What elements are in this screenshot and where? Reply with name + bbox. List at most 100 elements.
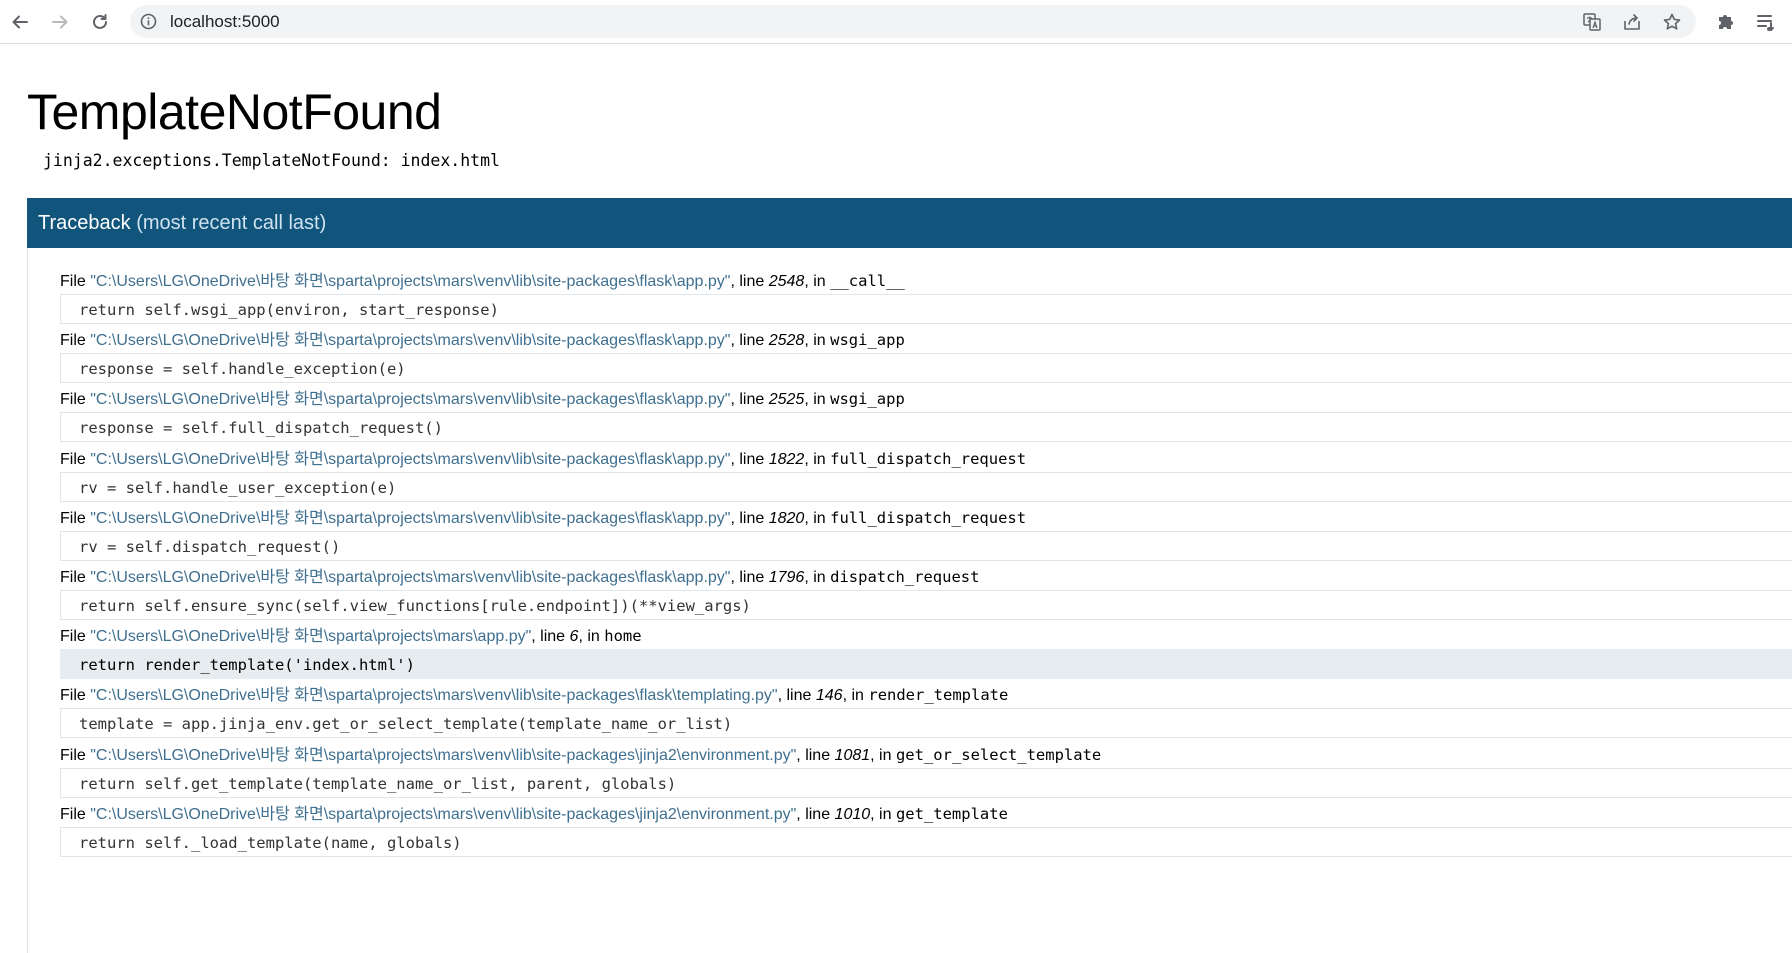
error-message: jinja2.exceptions.TemplateNotFound: inde… <box>43 151 500 170</box>
arrow-forward-icon <box>50 12 70 32</box>
frame-location: File "C:\Users\LG\OneDrive\바탕 화면\sparta\… <box>60 388 1792 410</box>
reading-list-icon[interactable] <box>1754 10 1778 34</box>
frame-location: File "C:\Users\LG\OneDrive\바탕 화면\sparta\… <box>60 625 1792 647</box>
frame-line-number: 1820 <box>768 509 805 527</box>
frame-line-number: 2525 <box>768 391 805 409</box>
traceback-body: File "C:\Users\LG\OneDrive\바탕 화면\sparta\… <box>27 248 1792 953</box>
code-line[interactable]: return self.ensure_sync(self.view_functi… <box>60 590 1792 620</box>
code-line[interactable]: return self._load_template(name, globals… <box>60 826 1792 857</box>
frame-filename[interactable]: "C:\Users\LG\OneDrive\바탕 화면\sparta\proje… <box>90 747 796 764</box>
frame-function-name: dispatch_request <box>830 568 980 586</box>
frame-line-label: , line <box>796 746 835 764</box>
traceback-frame: File "C:\Users\LG\OneDrive\바탕 화면\sparta\… <box>60 744 1792 798</box>
frame-filename[interactable]: "C:\Users\LG\OneDrive\바탕 화면\sparta\proje… <box>90 569 730 586</box>
frame-line-label: , line <box>730 391 769 409</box>
frame-line-label: , line <box>730 273 769 290</box>
frame-location: File "C:\Users\LG\OneDrive\바탕 화면\sparta\… <box>60 684 1792 706</box>
error-page: TemplateNotFound jinja2.exceptions.Templ… <box>0 45 1792 953</box>
traceback-header: Traceback (most recent call last) <box>27 198 1792 248</box>
frame-filename[interactable]: "C:\Users\LG\OneDrive\바탕 화면\sparta\proje… <box>90 806 796 823</box>
frame-location: File "C:\Users\LG\OneDrive\바탕 화면\sparta\… <box>60 507 1792 529</box>
frame-in-label: , in <box>804 450 831 468</box>
traceback-frame: File "C:\Users\LG\OneDrive\바탕 화면\sparta\… <box>60 329 1792 384</box>
code-line[interactable]: return self.get_template(template_name_o… <box>60 767 1792 798</box>
code-line[interactable]: rv = self.handle_user_exception(e) <box>60 471 1792 502</box>
frame-file-label: File <box>60 687 91 705</box>
puzzle-icon[interactable] <box>1714 10 1738 34</box>
page-title: TemplateNotFound <box>27 84 442 140</box>
frame-file-label: File <box>60 391 91 409</box>
frame-line-number: 1796 <box>768 569 805 586</box>
traceback-frame: File "C:\Users\LG\OneDrive\바탕 화면\sparta\… <box>60 448 1792 502</box>
code-line[interactable]: response = self.full_dispatch_request() <box>60 412 1792 443</box>
frame-in-label: , in <box>804 569 831 586</box>
traceback-subtitle: (most recent call last) <box>136 212 327 234</box>
frame-line-number: 1822 <box>768 450 805 468</box>
star-icon[interactable] <box>1662 12 1682 32</box>
translate-icon[interactable] <box>1582 12 1602 32</box>
url-text[interactable]: localhost:5000 <box>170 5 280 38</box>
frame-line-label: , line <box>730 569 769 586</box>
traceback-frame: File "C:\Users\LG\OneDrive\바탕 화면\sparta\… <box>60 684 1792 739</box>
code-line[interactable]: return self.wsgi_app(environ, start_resp… <box>60 294 1792 324</box>
frame-in-label: , in <box>870 746 896 764</box>
frame-line-label: , line <box>531 628 570 646</box>
frame-in-label: , in <box>804 273 831 290</box>
frame-function-name: full_dispatch_request <box>830 449 1027 468</box>
reload-button[interactable] <box>86 8 114 36</box>
info-icon[interactable] <box>140 13 157 30</box>
frame-in-label: , in <box>842 687 869 705</box>
frame-filename[interactable]: "C:\Users\LG\OneDrive\바탕 화면\sparta\proje… <box>90 628 531 645</box>
frame-file-label: File <box>60 569 91 586</box>
code-line[interactable]: response = self.handle_exception(e) <box>60 353 1792 384</box>
frame-location: File "C:\Users\LG\OneDrive\바탕 화면\sparta\… <box>60 744 1792 766</box>
reload-icon <box>90 12 110 32</box>
frame-function-name: get_template <box>895 804 1008 823</box>
frame-file-label: File <box>60 628 91 646</box>
frame-in-label: , in <box>804 332 831 350</box>
frame-line-number: 2548 <box>768 273 805 290</box>
frame-function-name: wsgi_app <box>830 390 905 409</box>
frame-filename[interactable]: "C:\Users\LG\OneDrive\바탕 화면\sparta\proje… <box>90 510 730 527</box>
frame-filename[interactable]: "C:\Users\LG\OneDrive\바탕 화면\sparta\proje… <box>90 391 730 408</box>
frame-filename[interactable]: "C:\Users\LG\OneDrive\바탕 화면\sparta\proje… <box>90 332 730 349</box>
share-icon[interactable] <box>1622 12 1642 32</box>
frame-line-number: 2528 <box>768 332 805 350</box>
back-button[interactable] <box>6 8 34 36</box>
traceback-title: Traceback <box>38 212 131 234</box>
frame-line-label: , line <box>796 805 835 823</box>
frame-filename[interactable]: "C:\Users\LG\OneDrive\바탕 화면\sparta\proje… <box>90 273 730 290</box>
frame-function-name: __call__ <box>830 272 905 290</box>
frame-function-name: full_dispatch_request <box>830 508 1027 527</box>
frame-filename[interactable]: "C:\Users\LG\OneDrive\바탕 화면\sparta\proje… <box>90 687 777 704</box>
frame-line-label: , line <box>730 332 769 350</box>
frame-in-label: , in <box>870 805 896 823</box>
code-line[interactable]: rv = self.dispatch_request() <box>60 530 1792 561</box>
frame-in-label: , in <box>804 509 831 527</box>
traceback-frame: File "C:\Users\LG\OneDrive\바탕 화면\sparta\… <box>60 270 1792 324</box>
frame-file-label: File <box>60 746 91 764</box>
frame-line-label: , line <box>777 687 816 705</box>
traceback-frame: File "C:\Users\LG\OneDrive\바탕 화면\sparta\… <box>60 388 1792 443</box>
traceback-frame: File "C:\Users\LG\OneDrive\바탕 화면\sparta\… <box>60 507 1792 561</box>
frame-in-label: , in <box>804 391 831 409</box>
forward-button[interactable] <box>46 8 74 36</box>
address-bar[interactable]: localhost:5000 <box>130 5 1696 38</box>
traceback-frame: File "C:\Users\LG\OneDrive\바탕 화면\sparta\… <box>60 803 1792 857</box>
frame-function-name: get_or_select_template <box>895 745 1102 764</box>
code-line[interactable]: template = app.jinja_env.get_or_select_t… <box>60 708 1792 739</box>
frame-line-number: 1081 <box>834 746 871 764</box>
frame-file-label: File <box>60 509 91 527</box>
frame-function-name: render_template <box>868 686 1009 705</box>
frame-function-name: home <box>604 627 642 646</box>
frame-line-number: 1010 <box>834 805 871 823</box>
frame-filename[interactable]: "C:\Users\LG\OneDrive\바탕 화면\sparta\proje… <box>90 451 730 468</box>
current-code-line[interactable]: return render_template('index.html') <box>60 649 1792 680</box>
frame-location: File "C:\Users\LG\OneDrive\바탕 화면\sparta\… <box>60 803 1792 825</box>
frame-line-number: 146 <box>815 687 843 705</box>
frame-file-label: File <box>60 332 91 350</box>
frame-line-label: , line <box>730 450 769 468</box>
frame-function-name: wsgi_app <box>830 331 905 350</box>
browser-toolbar: localhost:5000 <box>0 0 1792 44</box>
frame-location: File "C:\Users\LG\OneDrive\바탕 화면\sparta\… <box>60 329 1792 351</box>
